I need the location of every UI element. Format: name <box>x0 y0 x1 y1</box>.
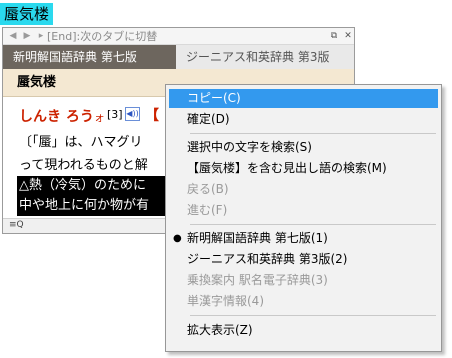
menu-item-back[interactable]: 戻る(B) <box>169 180 438 199</box>
menu-item-copy[interactable]: コピー(C) <box>169 89 438 108</box>
menu-item-dict-kanji[interactable]: 単漢字情報(4) <box>169 292 438 311</box>
tab-genius[interactable]: ジーニアス和英辞典 第3版 <box>176 45 354 69</box>
menu-separator <box>190 315 436 316</box>
entry-line: 〔「蜃」は、ハマグリ <box>19 135 143 150</box>
back-arrow-icon[interactable]: ◀ <box>7 30 19 42</box>
title-bar: ◀ ▶ ▸ [End]:次のタブに切替 ⧉ ✕ <box>3 28 354 45</box>
menu-separator <box>190 133 436 134</box>
kanji-bracket: 【 <box>145 108 159 124</box>
more-arrow-icon[interactable]: ▸ <box>35 30 47 42</box>
forward-arrow-icon[interactable]: ▶ <box>21 30 33 42</box>
menu-item-confirm[interactable]: 確定(D) <box>169 110 438 129</box>
menu-item-search-selection[interactable]: 選択中の文字を検索(S) <box>169 138 438 157</box>
selected-word: 蜃気楼 <box>0 3 54 25</box>
speaker-icon[interactable]: ◀)) <box>125 107 140 121</box>
menu-item-zoom[interactable]: 拡大表示(Z) <box>169 321 438 340</box>
accent-number: [3] <box>107 108 123 121</box>
menu-item-forward[interactable]: 進む(F) <box>169 201 438 220</box>
menu-item-dict-transit[interactable]: 乗換案内 駅名電子辞典(3) <box>169 271 438 290</box>
zoom-icon[interactable]: ≡Q <box>9 220 24 230</box>
bullet-icon: ● <box>173 233 182 244</box>
close-icon[interactable]: ✕ <box>342 30 354 42</box>
dictionary-tabs: 新明解国語辞典 第七版 ジーニアス和英辞典 第3版 <box>3 45 354 69</box>
headword: 蜃気楼 <box>17 75 57 90</box>
menu-separator <box>190 224 436 225</box>
entry-line: って現われるものと解 <box>19 158 148 173</box>
tab-shinmeikai[interactable]: 新明解国語辞典 第七版 <box>3 45 176 69</box>
restore-window-icon[interactable]: ⧉ <box>328 30 340 42</box>
menu-item-search-headword[interactable]: 【蜃気楼】を含む見出し語の検索(M) <box>169 159 438 178</box>
entry-reading: しんき ろうォ <box>19 109 105 125</box>
menu-item-dict-genius[interactable]: ジーニアス和英辞典 第3版(2) <box>169 250 438 269</box>
context-menu: コピー(C) 確定(D) 選択中の文字を検索(S) 【蜃気楼】を含む見出し語の検… <box>165 84 442 352</box>
menu-item-dict-shinmeikai[interactable]: ● 新明解国語辞典 第七版(1) <box>169 229 438 248</box>
tab-switch-hint: [End]:次のタブに切替 <box>47 30 158 43</box>
